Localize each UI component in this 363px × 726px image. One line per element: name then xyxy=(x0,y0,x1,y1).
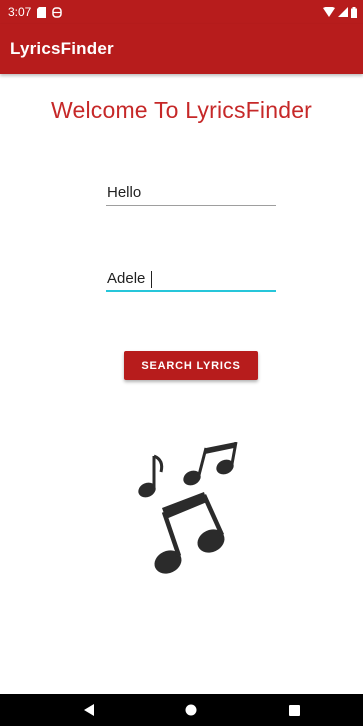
app-bar: LyricsFinder xyxy=(0,24,363,74)
text-cursor xyxy=(151,271,152,288)
song-input[interactable] xyxy=(106,182,276,206)
wifi-icon xyxy=(323,7,335,17)
battery-icon xyxy=(351,6,357,18)
search-lyrics-button[interactable]: SEARCH LYRICS xyxy=(124,351,258,380)
status-time: 3:07 xyxy=(8,5,32,19)
artist-input[interactable] xyxy=(106,268,276,292)
recents-icon[interactable] xyxy=(285,702,303,718)
status-left: 3:07 xyxy=(8,5,63,19)
music-notes-icon xyxy=(138,442,238,574)
signal-icon xyxy=(338,7,348,17)
navigation-bar xyxy=(0,694,363,726)
app-title: LyricsFinder xyxy=(10,39,114,58)
sd-card-icon xyxy=(37,6,47,18)
home-icon[interactable] xyxy=(182,702,200,718)
screen: 3:07 LyricsFinder Welcome To LyricsFinde… xyxy=(0,0,363,726)
status-bar: 3:07 xyxy=(0,0,363,24)
welcome-heading: Welcome To LyricsFinder xyxy=(50,97,313,123)
sync-icon xyxy=(52,6,63,18)
status-right xyxy=(323,6,357,18)
back-icon[interactable] xyxy=(80,702,98,718)
